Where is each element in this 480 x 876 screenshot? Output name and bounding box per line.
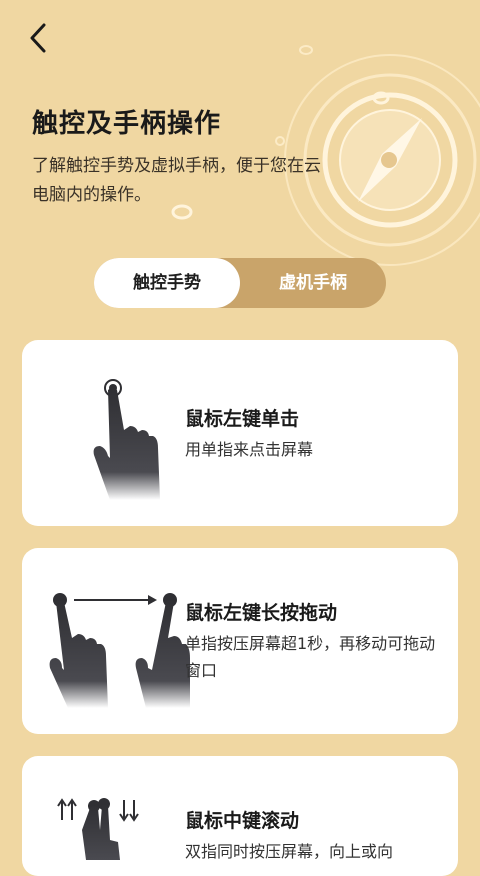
tab-touch-gestures[interactable]: 触控手势 — [94, 258, 240, 308]
page-description: 了解触控手势及虚拟手柄，便于您在云电脑内的操作。 — [32, 156, 321, 205]
gesture-card-middle-scroll: 鼠标中键滚动 双指同时按压屏幕，向上或向 — [22, 756, 458, 876]
card-title: 鼠标左键长按拖动 — [185, 602, 338, 624]
gesture-card-left-click: 鼠标左键单击 用单指来点击屏幕 — [22, 340, 458, 526]
card-description: 双指同时按压屏幕，向上或向 — [185, 842, 394, 861]
two-finger-scroll-gesture-icon — [57, 798, 139, 860]
tab-bar: 触控手势 虚机手柄 — [94, 258, 386, 308]
compass-illustration — [275, 45, 480, 266]
page-title: 触控及手柄操作 — [32, 109, 222, 139]
card-description: 用单指来点击屏幕 — [185, 440, 314, 459]
chevron-left-icon — [30, 23, 46, 53]
card-title: 鼠标左键单击 — [185, 408, 300, 430]
card-description: 单指按压屏幕超1秒，再移动可拖动窗口 — [185, 634, 436, 680]
card-title: 鼠标中键滚动 — [185, 810, 300, 832]
back-button[interactable] — [22, 20, 58, 56]
single-tap-gesture-icon — [93, 379, 160, 500]
gesture-card-long-press-drag: 鼠标左键长按拖动 单指按压屏幕超1秒，再移动可拖动窗口 — [22, 548, 458, 734]
long-press-drag-gesture-icon — [49, 593, 190, 708]
tab-virtual-gamepad[interactable]: 虚机手柄 — [240, 258, 386, 308]
